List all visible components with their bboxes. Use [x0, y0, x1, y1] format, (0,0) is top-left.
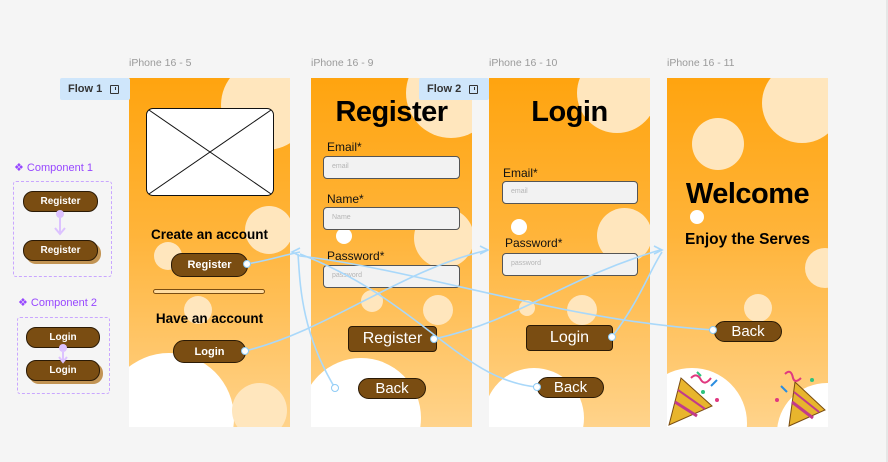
flow-1-tag[interactable]: Flow 1	[60, 78, 130, 100]
connection-node[interactable]	[241, 347, 249, 355]
divider-bar	[153, 289, 265, 294]
decor-bubble	[129, 353, 234, 427]
decor-bubble	[690, 210, 704, 224]
frame-label-iphone-11[interactable]: iPhone 16 - 11	[667, 57, 735, 69]
arrow-head	[653, 245, 664, 255]
password-label: Password*	[327, 249, 385, 263]
design-canvas[interactable]: iPhone 16 - 5 iPhone 16 - 9 iPhone 16 - …	[0, 0, 888, 462]
connection-node[interactable]	[243, 260, 251, 268]
component-1-label[interactable]: ❖ Component 1	[14, 161, 93, 174]
decor-bubble	[423, 295, 453, 325]
email-field[interactable]: email	[502, 181, 638, 204]
connection-node[interactable]	[430, 335, 438, 343]
register-title: Register	[335, 96, 448, 128]
password-field[interactable]: password	[323, 265, 460, 288]
decor-bubble	[361, 290, 383, 312]
component-1-set[interactable]: Register Register	[13, 181, 112, 277]
frame-label-iphone-10[interactable]: iPhone 16 - 10	[489, 57, 557, 69]
component-register-variant-b[interactable]: Register	[23, 240, 98, 261]
back-button[interactable]: Back	[714, 321, 782, 342]
name-field[interactable]: Name	[323, 207, 460, 230]
decor-bubble	[511, 219, 527, 235]
decor-bubble	[762, 78, 828, 143]
flow-2-label: Flow 2	[427, 83, 462, 95]
decor-bubble	[232, 383, 287, 427]
flow-1-label: Flow 1	[68, 83, 103, 95]
placeholder-cross-icon	[147, 109, 273, 195]
have-account-heading: Have an account	[155, 311, 264, 326]
variant-link-icon	[58, 344, 68, 364]
welcome-subtitle: Enjoy the Serves	[685, 231, 810, 248]
connection-node[interactable]	[533, 383, 541, 391]
connection-node[interactable]	[608, 333, 616, 341]
frame-label-iphone-5[interactable]: iPhone 16 - 5	[129, 57, 191, 69]
password-field[interactable]: password	[502, 253, 638, 276]
flow-2-tag[interactable]: Flow 2	[419, 78, 489, 100]
party-popper-icon	[668, 370, 826, 427]
play-icon[interactable]	[110, 84, 120, 94]
register-submit-button[interactable]: Register	[348, 326, 437, 352]
email-label: Email*	[327, 140, 362, 154]
password-label: Password*	[505, 236, 563, 250]
decor-bubble	[805, 248, 828, 288]
decor-bubble	[519, 300, 535, 316]
decor-bubble	[567, 295, 597, 325]
canvas-top-strip	[0, 0, 888, 10]
decor-bubble	[336, 228, 352, 244]
create-account-heading: Create an account	[150, 227, 269, 242]
frame-iphone-10[interactable]: Login Email* email Password* password Lo…	[489, 78, 650, 427]
frame-iphone-9[interactable]: Register Email* email Name* Name Passwor…	[311, 78, 472, 427]
component-2-label[interactable]: ❖ Component 2	[18, 296, 97, 309]
image-placeholder	[146, 108, 274, 196]
connection-node[interactable]	[331, 384, 339, 392]
connection-node[interactable]	[709, 326, 717, 334]
back-button[interactable]: Back	[358, 378, 426, 399]
back-button[interactable]: Back	[537, 377, 604, 398]
arrow-head	[290, 247, 301, 257]
welcome-title: Welcome	[685, 178, 810, 210]
login-submit-button[interactable]: Login	[526, 325, 613, 351]
decor-bubble	[744, 294, 772, 322]
frame-label-iphone-9[interactable]: iPhone 16 - 9	[311, 57, 373, 69]
arrow-head	[479, 245, 490, 255]
name-label: Name*	[327, 192, 364, 206]
email-label: Email*	[503, 166, 538, 180]
variant-link-icon	[54, 210, 66, 236]
email-field[interactable]: email	[323, 156, 460, 179]
play-icon[interactable]	[469, 84, 479, 94]
decor-bubble	[692, 118, 744, 170]
component-2-set[interactable]: Login Login	[17, 317, 110, 394]
login-title: Login	[531, 96, 608, 128]
frame-iphone-11[interactable]: Welcome Enjoy the Serves Back	[667, 78, 828, 427]
register-button[interactable]: Register	[171, 253, 248, 277]
login-button[interactable]: Login	[173, 340, 246, 363]
frame-iphone-5[interactable]: Create an account Register Have an accou…	[129, 78, 290, 427]
